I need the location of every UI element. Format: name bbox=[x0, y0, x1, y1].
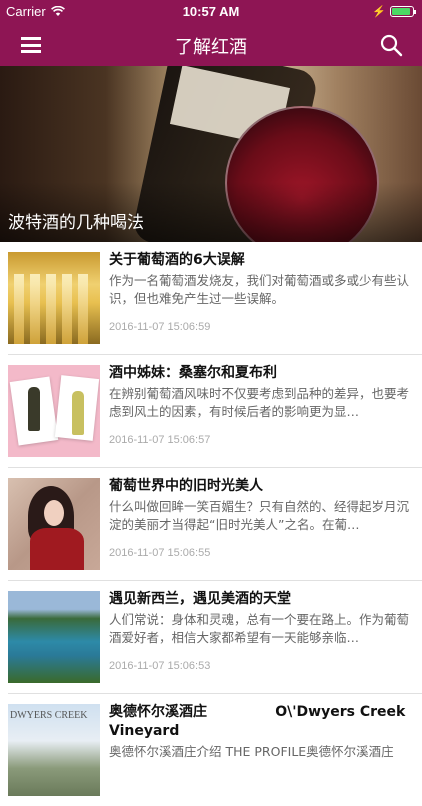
article-title: 酒中姊妹：桑塞尔和夏布利 bbox=[109, 365, 277, 381]
article-summary: 作为一名葡萄酒发烧友，我们对葡萄酒或多或少有些认识，但也难免产生过一些误解。 bbox=[109, 273, 410, 306]
article-date: 2016-11-07 15:06:59 bbox=[109, 321, 211, 333]
article-summary: 在辨别葡萄酒风味时不仅要考虑到品种的差异，也要考虑到风土的因素，有时候后者的影响… bbox=[109, 386, 410, 419]
article-item[interactable]: 酒中姊妹：桑塞尔和夏布利 在辨别葡萄酒风味时不仅要考虑到品种的差异，也要考虑到风… bbox=[0, 355, 422, 467]
article-summary: 人们常说：身体和灵魂，总有一个要在路上。作为葡萄酒爱好者，相信大家都希望有一天能… bbox=[109, 612, 410, 645]
article-item[interactable]: 遇见新西兰，遇见美酒的天堂 人们常说：身体和灵魂，总有一个要在路上。作为葡萄酒爱… bbox=[0, 581, 422, 693]
article-title: 奥德怀尔溪酒庄 O\'Dwyers Creek Vineyard bbox=[109, 704, 411, 739]
vineyard-logo: DWYERS CREEK bbox=[10, 710, 88, 721]
featured-article-banner[interactable]: 波特酒的几种喝法 bbox=[0, 66, 422, 242]
search-icon[interactable] bbox=[378, 32, 404, 58]
article-thumbnail bbox=[8, 252, 100, 344]
article-date: 2016-11-07 15:06:53 bbox=[109, 660, 211, 672]
page-title: 了解红酒 bbox=[175, 37, 247, 58]
article-item[interactable]: 葡萄世界中的旧时光美人 什么叫做回眸一笑百媚生？只有自然的、经得起岁月沉淀的美丽… bbox=[0, 468, 422, 580]
article-thumbnail bbox=[8, 478, 100, 570]
article-item[interactable]: 关于葡萄酒的6大误解 作为一名葡萄酒发烧友，我们对葡萄酒或多或少有些认识，但也难… bbox=[0, 242, 422, 354]
article-title: 葡萄世界中的旧时光美人 bbox=[109, 478, 263, 494]
status-bar: Carrier 10:57 AM ⚡ bbox=[0, 0, 422, 24]
battery-icon bbox=[390, 6, 416, 17]
article-thumbnail bbox=[8, 365, 100, 457]
article-summary: 什么叫做回眸一笑百媚生？只有自然的、经得起岁月沉淀的美丽才当得起“旧时光美人”之… bbox=[109, 499, 410, 532]
banner-caption: 波特酒的几种喝法 bbox=[8, 213, 144, 233]
navigation-bar: 了解红酒 bbox=[0, 24, 422, 66]
article-item[interactable]: DWYERS CREEK 奥德怀尔溪酒庄 O\'Dwyers Creek Vin… bbox=[0, 694, 422, 806]
charging-icon: ⚡ bbox=[372, 6, 386, 18]
article-date: 2016-11-07 15:06:55 bbox=[109, 547, 211, 559]
article-date: 2016-11-07 15:06:57 bbox=[109, 434, 211, 446]
article-title: 关于葡萄酒的6大误解 bbox=[109, 252, 245, 268]
article-thumbnail bbox=[8, 591, 100, 683]
clock: 10:57 AM bbox=[182, 4, 240, 19]
article-thumbnail: DWYERS CREEK bbox=[8, 704, 100, 796]
article-title: 遇见新西兰，遇见美酒的天堂 bbox=[109, 591, 291, 607]
article-summary: 奥德怀尔溪酒庄介绍 THE PROFILE奥德怀尔溪酒庄 bbox=[109, 744, 394, 759]
